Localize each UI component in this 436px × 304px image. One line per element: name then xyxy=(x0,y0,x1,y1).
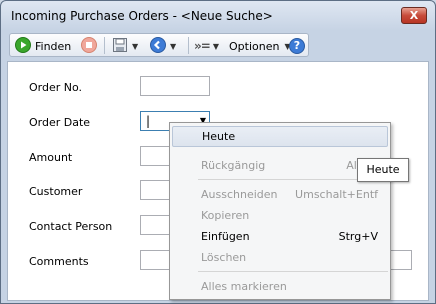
menu-item-heute[interactable]: Heute xyxy=(172,126,388,147)
overflow-button[interactable]: »= ▼ xyxy=(194,37,219,55)
tooltip: Heute xyxy=(357,158,409,182)
menu-item-label: Löschen xyxy=(201,251,247,264)
comments-label: Comments xyxy=(29,255,89,268)
menu-item-undo[interactable]: Rückgängig Alt+R xyxy=(172,155,388,176)
find-label: Finden xyxy=(35,39,72,53)
menu-item-copy[interactable]: Kopieren xyxy=(172,205,388,226)
title-bar[interactable]: Incoming Purchase Orders - <Neue Suche> … xyxy=(1,1,435,31)
help-button[interactable]: ? xyxy=(289,37,305,55)
play-icon xyxy=(15,36,31,56)
chevron-down-icon: ▼ xyxy=(132,41,139,51)
help-icon: ? xyxy=(289,38,305,54)
menu-separator xyxy=(198,271,388,272)
menu-item-label: Kopieren xyxy=(201,209,250,222)
stop-button[interactable] xyxy=(81,36,97,56)
customer-label: Customer xyxy=(29,185,83,198)
menu-item-label: Ausschneiden xyxy=(201,188,278,201)
options-label: Optionen xyxy=(229,39,280,53)
stop-icon xyxy=(81,36,97,56)
menu-item-label: Heute xyxy=(202,130,236,143)
menu-item-select-all[interactable]: Alles markieren xyxy=(172,276,388,297)
toolbar-separator xyxy=(188,37,189,54)
amount-label: Amount xyxy=(29,151,73,164)
order-date-label: Order Date xyxy=(29,116,91,129)
close-button[interactable]: X xyxy=(401,7,427,24)
order-no-input[interactable] xyxy=(140,76,210,96)
save-button[interactable]: ▼ xyxy=(112,37,138,55)
order-no-label: Order No. xyxy=(29,81,83,94)
chevron-down-icon: ▼ xyxy=(170,41,177,51)
context-menu: Heute Rückgängig Alt+R Ausschneiden Umsc… xyxy=(169,122,391,300)
text-cursor: | xyxy=(146,114,151,128)
toolbar-separator xyxy=(104,37,105,54)
menu-item-shortcut: Umschalt+Entf xyxy=(295,188,378,201)
menu-item-paste[interactable]: Einfügen Strg+V xyxy=(172,226,388,247)
options-menu-button[interactable]: Optionen ▼ xyxy=(229,37,291,55)
menu-item-label: Alles markieren xyxy=(201,280,287,293)
menu-item-label: Rückgängig xyxy=(201,159,266,172)
menu-item-cut[interactable]: Ausschneiden Umschalt+Entf xyxy=(172,184,388,205)
toolbar: Finden ▼ ▼ »= ▼ Optionen ▼ ? xyxy=(9,33,309,57)
floppy-icon xyxy=(112,37,128,56)
menu-item-shortcut: Strg+V xyxy=(338,230,378,243)
back-button[interactable]: ▼ xyxy=(150,36,177,56)
menu-item-delete[interactable]: Löschen xyxy=(172,247,388,268)
window-title: Incoming Purchase Orders - <Neue Suche> xyxy=(11,9,273,23)
chevron-down-icon: ▼ xyxy=(212,41,219,51)
find-button[interactable]: Finden xyxy=(15,36,72,56)
menu-item-label: Einfügen xyxy=(201,230,250,243)
contact-person-label: Contact Person xyxy=(29,220,113,233)
back-arrow-icon xyxy=(150,36,166,56)
double-chevron-icon: »= xyxy=(194,39,211,53)
